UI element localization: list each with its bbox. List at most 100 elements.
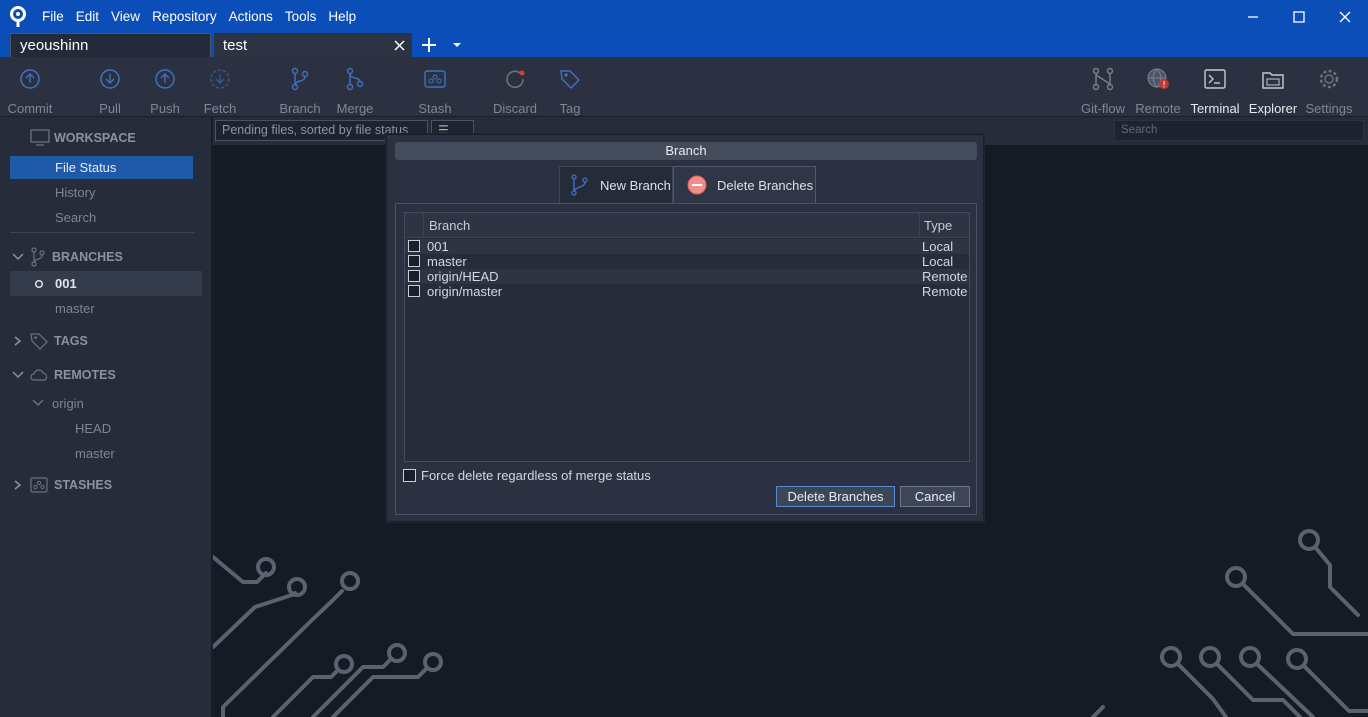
- menu-tools[interactable]: Tools: [279, 0, 323, 33]
- force-delete-option[interactable]: Force delete regardless of merge status: [403, 468, 651, 483]
- terminal-button[interactable]: Terminal: [1188, 57, 1242, 117]
- row-checkbox[interactable]: [408, 240, 420, 252]
- sidebar-branch-master[interactable]: master: [55, 301, 95, 316]
- stash-button[interactable]: Stash: [413, 57, 457, 117]
- branches-header[interactable]: BRANCHES: [12, 247, 123, 267]
- tab-delete-branches[interactable]: Delete Branches: [673, 166, 816, 203]
- new-branch-icon: [571, 174, 588, 196]
- remote-button[interactable]: ! Remote: [1133, 57, 1183, 117]
- settings-button[interactable]: Settings: [1303, 57, 1355, 117]
- tab-delete-branches-label: Delete Branches: [717, 177, 814, 193]
- force-delete-label: Force delete regardless of merge status: [421, 468, 651, 483]
- tags-header[interactable]: TAGS: [12, 332, 88, 350]
- discard-button[interactable]: Discard: [490, 57, 540, 117]
- close-icon: [1339, 11, 1351, 22]
- menu-view[interactable]: View: [105, 0, 146, 33]
- delete-branches-button[interactable]: Delete Branches: [776, 486, 895, 507]
- add-tab-icon[interactable]: [418, 34, 440, 56]
- tag-label: Tag: [559, 101, 581, 116]
- current-branch-circle-icon: [34, 279, 44, 289]
- remotes-header[interactable]: REMOTES: [12, 368, 116, 382]
- discard-label: Discard: [492, 101, 538, 116]
- branch-type: Remote: [922, 269, 968, 284]
- menu-repository[interactable]: Repository: [146, 0, 223, 33]
- sidebar-remote-head[interactable]: HEAD: [75, 421, 111, 436]
- branch-table: Branch Type 001 Local master Local origi…: [404, 212, 970, 462]
- push-label: Push: [150, 101, 180, 116]
- branch-icon: [289, 57, 311, 101]
- commit-button[interactable]: Commit: [5, 57, 55, 117]
- row-checkbox[interactable]: [408, 270, 420, 282]
- sidebar-branch-current[interactable]: 001: [10, 271, 202, 296]
- tag-button[interactable]: Tag: [550, 57, 590, 117]
- pull-button[interactable]: Pull: [90, 57, 130, 117]
- maximize-icon: [1293, 10, 1305, 23]
- fetch-button[interactable]: Fetch: [200, 57, 240, 117]
- gitflow-label: Git-flow: [1080, 101, 1126, 116]
- tab-label: yeoushinn: [20, 37, 89, 54]
- sidebar-remote-origin[interactable]: origin: [32, 396, 84, 411]
- folder-icon: [1262, 57, 1284, 101]
- chevron-down-icon: [32, 399, 44, 406]
- menu-help[interactable]: Help: [322, 0, 362, 33]
- branches-label: BRANCHES: [52, 250, 123, 264]
- branch-type: Local: [922, 254, 954, 269]
- discard-icon: [504, 57, 526, 101]
- close-window-button[interactable]: [1322, 0, 1368, 33]
- merge-button[interactable]: Merge: [333, 57, 377, 117]
- branch-name: master: [427, 254, 467, 269]
- table-row[interactable]: 001 Local: [405, 239, 969, 254]
- branch-type: Remote: [922, 284, 968, 299]
- cancel-button[interactable]: Cancel: [900, 486, 970, 507]
- tab-label: test: [223, 36, 248, 54]
- maximize-button[interactable]: [1276, 0, 1322, 33]
- tab-menu-chevron-down-icon[interactable]: [448, 35, 466, 55]
- menu-actions[interactable]: Actions: [223, 0, 279, 33]
- delete-minus-circle-icon: [687, 175, 707, 195]
- row-checkbox[interactable]: [408, 285, 420, 297]
- column-header-branch[interactable]: Branch: [429, 213, 470, 238]
- terminal-icon: [1204, 57, 1226, 101]
- stashes-header[interactable]: STASHES: [12, 477, 112, 493]
- chevron-right-icon: [14, 336, 22, 346]
- row-checkbox[interactable]: [408, 255, 420, 267]
- minimize-button[interactable]: [1230, 0, 1276, 33]
- column-header-type[interactable]: Type: [924, 213, 952, 238]
- menu-edit[interactable]: Edit: [70, 0, 105, 33]
- main-toolbar: Commit Pull Push Fetch Branch Merge Stas…: [0, 57, 1368, 117]
- menu-file[interactable]: File: [36, 0, 70, 33]
- gitflow-button[interactable]: Git-flow: [1078, 57, 1128, 117]
- workspace-header: WORKSPACE: [30, 129, 136, 147]
- sidebar-item-search[interactable]: Search: [55, 210, 96, 225]
- close-tab-icon[interactable]: [391, 36, 407, 54]
- sidebar: WORKSPACE File Status History Search BRA…: [0, 117, 212, 717]
- table-row[interactable]: origin/master Remote: [405, 284, 969, 299]
- tab-test[interactable]: test: [214, 33, 412, 57]
- sidebar-item-history[interactable]: History: [55, 185, 95, 200]
- merge-icon: [344, 57, 366, 101]
- dialog-title: Branch: [395, 142, 977, 160]
- gear-icon: [1318, 57, 1340, 101]
- force-delete-checkbox[interactable]: [403, 469, 416, 482]
- table-row[interactable]: master Local: [405, 254, 969, 269]
- search-input[interactable]: Search: [1114, 120, 1364, 141]
- workspace-label: WORKSPACE: [54, 131, 136, 145]
- sidebar-divider: [10, 232, 194, 233]
- branch-button[interactable]: Branch: [278, 57, 322, 117]
- monitor-icon: [30, 129, 50, 146]
- fetch-label: Fetch: [203, 101, 237, 116]
- sidebar-remote-master[interactable]: master: [75, 446, 115, 461]
- tags-label: TAGS: [54, 334, 88, 348]
- branch-dialog: Branch New Branch Delete Branches Branch…: [386, 134, 984, 522]
- tag-icon: [559, 57, 581, 101]
- push-button[interactable]: Push: [145, 57, 185, 117]
- branch-label: Branch: [279, 101, 321, 116]
- chevron-down-icon: [12, 253, 24, 261]
- settings-label: Settings: [1305, 101, 1353, 116]
- sidebar-item-file-status[interactable]: File Status: [10, 156, 193, 179]
- table-row[interactable]: origin/HEAD Remote: [405, 269, 969, 284]
- commit-icon: [19, 57, 41, 101]
- tab-new-branch[interactable]: New Branch: [559, 166, 673, 203]
- explorer-button[interactable]: Explorer: [1246, 57, 1300, 117]
- tab-yeoushinn[interactable]: yeoushinn: [10, 33, 211, 57]
